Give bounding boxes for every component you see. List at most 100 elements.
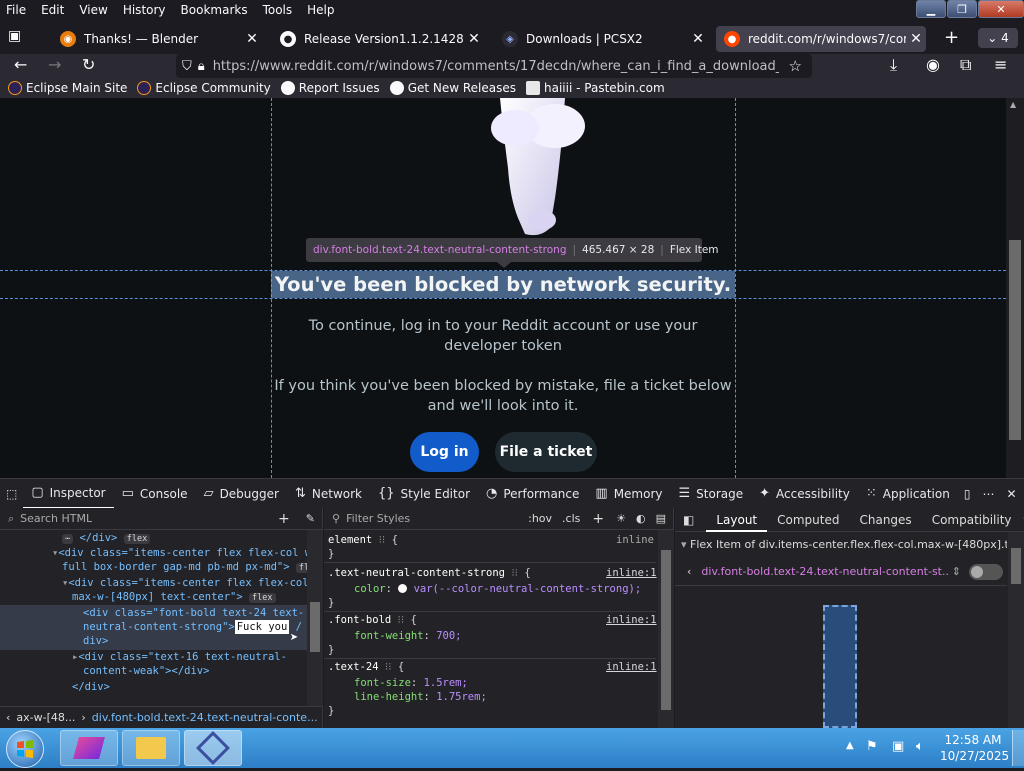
add-node-icon[interactable]: + xyxy=(278,511,290,527)
tray-chevron-up-icon[interactable]: ▲ xyxy=(846,740,854,751)
bookmark-pastebin[interactable]: haiiii - Pastebin.com xyxy=(526,81,665,95)
tab-close-icon[interactable]: ✕ xyxy=(464,31,484,47)
close-devtools-icon[interactable]: ✕ xyxy=(1000,479,1022,509)
html-node-outer-div[interactable]: <div class="items-center flex flex-col w… xyxy=(58,547,317,559)
search-html-input[interactable]: Search HTML xyxy=(20,512,278,525)
menu-view[interactable]: View xyxy=(79,3,107,17)
breadcrumb-item-parent[interactable]: ax-w-[48... xyxy=(16,711,75,724)
tab-compatibility[interactable]: Compatibility xyxy=(922,513,1022,527)
url-text[interactable]: https://www.reddit.com/r/windows7/commen… xyxy=(213,59,779,74)
more-options-icon[interactable]: ⋯ xyxy=(976,479,1000,509)
reload-icon[interactable]: ↻ xyxy=(82,55,95,74)
flex-item-select[interactable]: div.font-bold.text-24.text-neutral-conte… xyxy=(701,565,947,578)
tab-application[interactable]: ⁙Application xyxy=(858,479,958,509)
rule-value-font-weight[interactable]: 700; xyxy=(436,630,461,642)
rules-pane-scrollbar[interactable] xyxy=(658,530,674,728)
flex-item-header[interactable]: ▾ Flex Item of div.items-center.flex.fle… xyxy=(681,538,1007,551)
rule-source-link[interactable]: inline:1 xyxy=(606,661,657,673)
lock-icon[interactable]: 🔒︎ xyxy=(198,59,205,74)
tab-console[interactable]: ▭Console xyxy=(114,479,196,509)
chevron-left-icon[interactable]: ‹ xyxy=(687,565,691,578)
html-node-inner-div-cont[interactable]: max-w-[480px] text-center"> xyxy=(72,591,243,603)
tab-reddit[interactable]: ● reddit.com/r/windows7/comm ✕ xyxy=(716,26,926,52)
taskbar-pcsx2[interactable] xyxy=(184,730,242,766)
menu-edit[interactable]: Edit xyxy=(41,3,64,17)
menu-file[interactable]: File xyxy=(6,3,26,17)
flex-badge[interactable]: flex xyxy=(124,534,150,544)
tab-close-icon[interactable]: ✕ xyxy=(688,31,708,47)
tab-computed[interactable]: Computed xyxy=(767,513,849,527)
scroll-up-icon[interactable]: ▲ xyxy=(1010,100,1016,109)
eyedropper-icon[interactable]: ✎ xyxy=(306,512,315,525)
taskbar-app-purple[interactable] xyxy=(60,730,118,766)
tab-accessibility[interactable]: ✦Accessibility xyxy=(751,479,858,509)
tray-network-icon[interactable]: ▣ xyxy=(892,739,904,754)
menu-tools[interactable]: Tools xyxy=(263,3,293,17)
page-scrollbar[interactable]: ▲ xyxy=(1006,98,1024,478)
extensions-icon[interactable]: ⧉ xyxy=(960,55,971,75)
highlight-toggle-switch[interactable] xyxy=(969,564,1003,580)
edit-text-input[interactable]: Fuck you xyxy=(235,620,290,634)
hamburger-menu-icon[interactable]: ≡ xyxy=(994,55,1007,74)
rule-prop-font-size[interactable]: font-size xyxy=(354,677,411,689)
file-ticket-button[interactable]: File a ticket xyxy=(495,432,597,472)
print-icon[interactable]: ▤ xyxy=(656,512,666,525)
html-node-close-div[interactable]: </div> xyxy=(79,532,117,544)
new-tab-icon[interactable]: + xyxy=(944,27,966,48)
tab-pcsx2[interactable]: ◈ Downloads | PCSX2 ✕ xyxy=(494,26,708,52)
rule-prop-color[interactable]: color xyxy=(354,583,386,595)
minimize-button[interactable]: ▁ xyxy=(916,0,946,18)
hov-toggle[interactable]: :hov xyxy=(528,512,552,525)
sidebar-toggle-icon[interactable]: ◧ xyxy=(683,513,694,527)
account-icon[interactable]: ◉ xyxy=(926,55,940,74)
html-node-text16-div[interactable]: <div class="text-16 text-neutral- xyxy=(78,651,287,663)
html-node-text16-div-cont[interactable]: content-weak"></div> xyxy=(83,665,209,677)
html-scrollbar-thumb[interactable] xyxy=(310,602,320,652)
tab-blender[interactable]: ◉ Thanks! — Blender ✕ xyxy=(52,26,262,52)
tab-memory[interactable]: ▥Memory xyxy=(587,479,670,509)
show-desktop-button[interactable] xyxy=(1012,730,1024,766)
forward-icon[interactable]: → xyxy=(48,55,61,74)
tab-list-icon[interactable]: ▣ xyxy=(8,28,30,48)
html-pane-scrollbar[interactable] xyxy=(307,530,323,706)
login-button[interactable]: Log in xyxy=(410,432,479,472)
taskbar-explorer[interactable] xyxy=(122,730,180,766)
tab-close-icon[interactable]: ✕ xyxy=(242,31,262,47)
filter-styles-input[interactable]: Filter Styles xyxy=(346,512,528,525)
tab-network[interactable]: ⇅Network xyxy=(287,479,370,509)
bookmark-eclipse-main[interactable]: Eclipse Main Site xyxy=(8,81,127,95)
rule-source-link[interactable]: inline:1 xyxy=(606,614,657,626)
dark-mode-icon[interactable]: ◐ xyxy=(636,512,646,525)
tab-debugger[interactable]: ▱Debugger xyxy=(196,479,287,509)
page-scrollbar-thumb[interactable] xyxy=(1009,240,1021,440)
html-node-div-close[interactable]: div> xyxy=(83,635,108,647)
cls-toggle[interactable]: .cls xyxy=(562,512,580,525)
chevron-left-icon[interactable]: ‹ xyxy=(6,711,10,724)
tab-inspector[interactable]: ▢Inspector xyxy=(23,479,113,509)
rule-source-link[interactable]: inline:1 xyxy=(606,567,657,579)
bookmark-report-issues[interactable]: Report Issues xyxy=(281,81,380,95)
bookmark-eclipse-community[interactable]: Eclipse Community xyxy=(137,81,270,95)
shield-icon[interactable]: ⛉ xyxy=(182,59,192,74)
rule-prop-line-height[interactable]: line-height xyxy=(354,691,424,703)
breadcrumb-item-current[interactable]: div.font-bold.text-24.text-neutral-conte… xyxy=(92,711,318,724)
tray-flag-icon[interactable]: ⚑ xyxy=(866,739,878,754)
flex-badge[interactable]: flex xyxy=(249,593,275,603)
rule-prop-font-weight[interactable]: font-weight xyxy=(354,630,424,642)
html-node-close-div-2[interactable]: </div> xyxy=(72,681,110,693)
html-node-inner-div[interactable]: <div class="items-center flex flex-col xyxy=(68,577,308,589)
tab-overflow-button[interactable]: ⌄ 4 xyxy=(978,28,1018,48)
dock-icon[interactable]: ▯ xyxy=(958,479,977,509)
light-mode-icon[interactable]: ☀ xyxy=(616,512,626,525)
layout-scrollbar-thumb[interactable] xyxy=(1011,548,1021,584)
rules-scrollbar-thumb[interactable] xyxy=(661,550,671,710)
tab-performance[interactable]: ◔Performance xyxy=(478,479,587,509)
rule-value-line-height[interactable]: 1.75rem; xyxy=(436,691,487,703)
rule-value-font-size[interactable]: 1.5rem; xyxy=(424,677,468,689)
tab-close-icon[interactable]: ✕ xyxy=(906,31,926,47)
tab-storage[interactable]: ☰Storage xyxy=(671,479,752,509)
add-rule-icon[interactable]: + xyxy=(592,511,604,527)
html-node-selected-div[interactable]: <div class="font-bold text-24 text- xyxy=(83,607,304,619)
back-icon[interactable]: ← xyxy=(14,55,27,74)
url-bar[interactable]: ⛉ 🔒︎ https://www.reddit.com/r/windows7/c… xyxy=(176,54,812,78)
